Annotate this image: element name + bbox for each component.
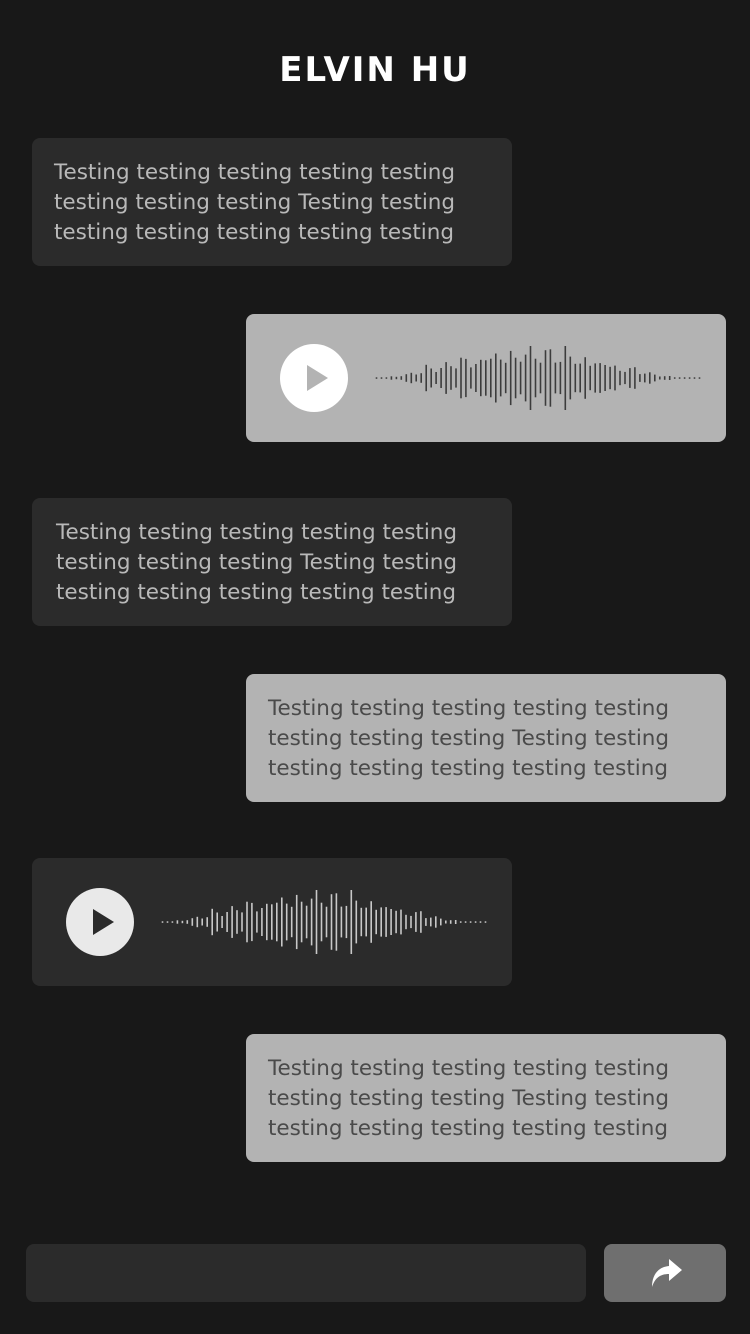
play-icon <box>307 365 328 391</box>
message-text: Testing testing testing testing testing … <box>56 520 458 605</box>
message-text: Testing testing testing testing testing … <box>268 696 670 781</box>
send-button[interactable] <box>604 1244 726 1302</box>
message-bubble-incoming: Testing testing testing testing testing … <box>32 498 512 626</box>
chat-title: ELVIN HU <box>279 50 471 90</box>
message-text: Testing testing testing testing testing … <box>268 1056 670 1141</box>
message-bubble-incoming: Testing testing testing testing testing … <box>32 138 512 266</box>
share-arrow-icon <box>652 1259 682 1287</box>
play-icon <box>93 909 114 935</box>
waveform <box>375 346 701 410</box>
message-text: Testing testing testing testing testing … <box>54 160 456 245</box>
message-bubble-outgoing: Testing testing testing testing testing … <box>246 1034 726 1162</box>
audio-message-incoming <box>32 858 512 986</box>
play-button[interactable] <box>66 888 134 956</box>
message-input[interactable] <box>26 1244 586 1302</box>
play-button[interactable] <box>280 344 348 412</box>
message-bubble-outgoing: Testing testing testing testing testing … <box>246 674 726 802</box>
waveform <box>161 890 487 954</box>
audio-message-outgoing <box>246 314 726 442</box>
